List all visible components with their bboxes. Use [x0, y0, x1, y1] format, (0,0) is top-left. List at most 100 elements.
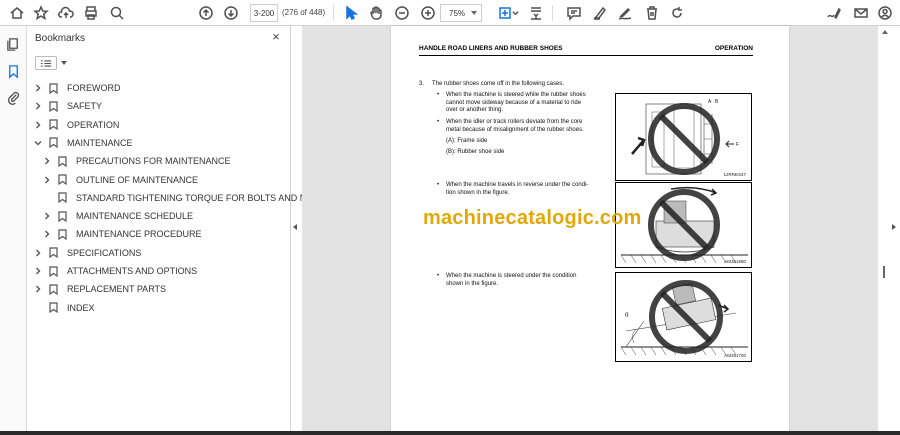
- bookmark-item[interactable]: MAINTENANCE: [33, 135, 133, 151]
- toolbar: (276 of 448) 75%: [0, 0, 900, 26]
- bookmark-item[interactable]: OPERATION: [33, 117, 119, 133]
- bookmark-icon: [58, 210, 67, 222]
- bookmark-panel-icon[interactable]: [6, 64, 21, 79]
- chevron-right-icon[interactable]: [33, 120, 43, 130]
- legend-rubber-shoe-side: (B): Rubber shoe side: [446, 149, 505, 155]
- chevron-down-icon[interactable]: [511, 4, 519, 22]
- chevron-right-icon[interactable]: [42, 175, 52, 185]
- chevron-right-icon[interactable]: [33, 83, 43, 93]
- comment-icon[interactable]: [565, 4, 583, 22]
- text-line: metal because of misalignment of the rub…: [446, 126, 584, 133]
- prohibited-slope-steering-illustration: θ: [620, 280, 748, 356]
- account-icon[interactable]: [876, 4, 894, 22]
- bookmark-icon: [49, 265, 58, 277]
- bookmark-item[interactable]: FOREWORD: [33, 80, 121, 96]
- bookmark-icon: [49, 284, 58, 295]
- zoom-out-icon[interactable]: [393, 4, 411, 22]
- previous-page-icon[interactable]: [197, 4, 215, 22]
- toolbar-separator: [552, 5, 553, 21]
- hand-tool-icon[interactable]: [367, 4, 385, 22]
- legend-frame-side: (A): Frame side: [446, 138, 488, 144]
- bookmark-item[interactable]: OUTLINE OF MAINTENANCE: [42, 172, 198, 188]
- chevron-down-icon[interactable]: [33, 138, 43, 148]
- bookmark-label: INDEX: [67, 302, 95, 313]
- rotate-icon[interactable]: [668, 4, 686, 22]
- bookmark-item[interactable]: STANDARD TIGHTENING TORQUE FOR BOLTS AND…: [42, 190, 324, 206]
- chevron-down-icon: [471, 11, 477, 15]
- page-header-title: HANDLE ROAD LINERS AND RUBBER SHOES: [419, 45, 563, 52]
- bookmark-label: PRECAUTIONS FOR MAINTENANCE: [76, 156, 231, 167]
- bookmark-item[interactable]: MAINTENANCE SCHEDULE: [42, 208, 193, 224]
- zoom-search-icon[interactable]: [108, 4, 126, 22]
- scroll-mode-icon[interactable]: [527, 4, 545, 22]
- home-icon[interactable]: [8, 4, 26, 22]
- scroll-up-icon[interactable]: [882, 30, 888, 34]
- chevron-right-icon[interactable]: [42, 156, 52, 166]
- edit-signature-icon[interactable]: [825, 4, 843, 22]
- draw-sign-icon[interactable]: [616, 4, 634, 22]
- bookmark-label: OPERATION: [67, 119, 120, 130]
- left-rail: [0, 26, 27, 435]
- toolbar-separator: [333, 5, 334, 21]
- figure-code: AM351680: [724, 259, 746, 264]
- chevron-right-icon[interactable]: [33, 248, 43, 258]
- bullet-icon: •: [437, 92, 440, 98]
- figure-code: AM351700: [724, 353, 746, 358]
- bullet-icon: •: [437, 119, 440, 125]
- bookmark-icon: [49, 82, 58, 94]
- page-thumbnails-icon[interactable]: [6, 37, 21, 52]
- chevron-right-icon[interactable]: [42, 211, 52, 221]
- zoom-in-icon[interactable]: [419, 4, 437, 22]
- bookmark-icon: [58, 156, 67, 167]
- chevron-right-icon[interactable]: [33, 101, 43, 111]
- figure-label-b: B: [715, 99, 719, 105]
- attachment-icon[interactable]: [6, 90, 21, 105]
- text-line: When the machine is steered while the ru…: [446, 92, 586, 98]
- page-count: (276 of 448): [282, 8, 326, 17]
- scrollbar-thumb[interactable]: [883, 266, 885, 278]
- list-options-icon: [40, 59, 52, 67]
- vertical-scrollbar[interactable]: [878, 26, 900, 435]
- text-line: tion shown in the figure.: [446, 189, 510, 196]
- text-line: over or another thing.: [446, 107, 504, 114]
- pdf-page: HANDLE ROAD LINERS AND RUBBER SHOES OPER…: [391, 26, 789, 435]
- chevron-down-icon[interactable]: [61, 61, 67, 65]
- mail-icon[interactable]: [852, 4, 870, 22]
- case3-text: When the machine travels in reverse unde…: [446, 182, 610, 197]
- header-rule: [419, 55, 753, 56]
- chevron-right-icon[interactable]: [42, 229, 52, 239]
- zoom-select[interactable]: 75%: [440, 4, 482, 22]
- select-cursor-icon[interactable]: [342, 4, 360, 22]
- bookmark-item[interactable]: ATTACHMENTS AND OPTIONS: [33, 263, 197, 279]
- chevron-right-icon[interactable]: [33, 266, 43, 276]
- bookmark-icon: [49, 247, 58, 259]
- figure-label-f: F: [736, 142, 739, 148]
- collapse-left-panel-icon[interactable]: [293, 224, 297, 230]
- chevron-right-icon[interactable]: [33, 284, 43, 294]
- bookmark-label: FOREWORD: [67, 83, 121, 93]
- case2-text: When the idler or track rollers deviate …: [446, 119, 608, 134]
- star-icon[interactable]: [32, 4, 50, 22]
- trash-icon[interactable]: [643, 4, 661, 22]
- highlight-pen-icon[interactable]: [591, 4, 609, 22]
- figure-label-a: A: [708, 99, 712, 105]
- bookmark-item[interactable]: PRECAUTIONS FOR MAINTENANCE: [42, 153, 231, 169]
- cloud-upload-icon[interactable]: [57, 4, 75, 22]
- bookmark-item[interactable]: SPECIFICATIONS: [33, 245, 141, 261]
- bookmark-item[interactable]: MAINTENANCE PROCEDURE: [42, 226, 202, 242]
- figure-steering-slope: θ AM351700: [615, 272, 752, 362]
- bookmark-options-button[interactable]: [35, 56, 57, 70]
- document-viewer[interactable]: HANDLE ROAD LINERS AND RUBBER SHOES OPER…: [302, 26, 878, 435]
- bookmark-item[interactable]: REPLACEMENT PARTS: [33, 281, 166, 297]
- next-page-icon[interactable]: [222, 4, 240, 22]
- bookmark-item[interactable]: SAFETY: [33, 98, 102, 114]
- page-number-input[interactable]: [250, 4, 278, 22]
- close-icon[interactable]: ×: [270, 30, 282, 43]
- bookmark-item[interactable]: INDEX: [33, 300, 95, 316]
- print-icon[interactable]: [82, 4, 100, 22]
- text-line: When the machine travels in reverse unde…: [446, 182, 589, 188]
- expand-right-panel-icon[interactable]: [892, 224, 896, 230]
- bookmark-icon: [49, 137, 58, 149]
- bookmark-label: MAINTENANCE SCHEDULE: [76, 211, 194, 222]
